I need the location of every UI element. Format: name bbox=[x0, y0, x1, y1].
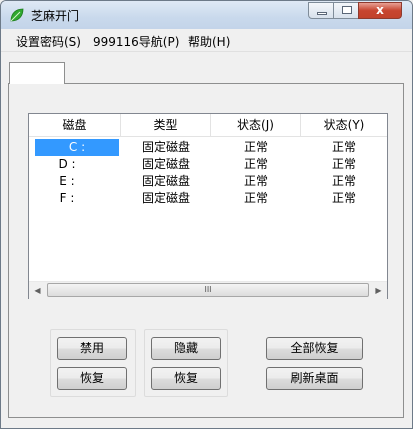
status-j-cell: 正常 bbox=[243, 157, 268, 171]
maximize-icon bbox=[342, 6, 352, 14]
close-button[interactable]: x bbox=[358, 2, 402, 19]
table-row[interactable]: D : 固定磁盘 正常 正常 bbox=[29, 156, 387, 173]
disk-cell: E : bbox=[59, 174, 75, 188]
status-y-cell: 正常 bbox=[331, 174, 356, 188]
menu-bar: 设置密码(S) 999116导航(P) 帮助(H) bbox=[1, 29, 412, 52]
disk-cell: D : bbox=[58, 157, 76, 171]
minimize-icon bbox=[317, 12, 327, 15]
disk-list[interactable]: 磁盘 类型 状态(J) 状态(Y) C : 固定磁盘 正常 正常 D : 固定磁… bbox=[28, 113, 388, 299]
type-cell: 固定磁盘 bbox=[141, 157, 190, 171]
menu-set-password[interactable]: 设置密码(S) bbox=[16, 33, 81, 50]
app-window: 芝麻开门 x 设置密码(S) 999116导航(P) 帮助(H) 磁盘 类型 状… bbox=[0, 0, 413, 429]
disable-button[interactable]: 禁用 bbox=[57, 337, 127, 360]
menu-navigation[interactable]: 999116导航(P) bbox=[93, 33, 179, 50]
status-j-cell: 正常 bbox=[243, 174, 268, 188]
disk-cell: C : bbox=[35, 139, 119, 156]
disk-cell: F : bbox=[59, 191, 75, 205]
table-row[interactable]: E : 固定磁盘 正常 正常 bbox=[29, 173, 387, 190]
list-header: 磁盘 类型 状态(J) 状态(Y) bbox=[29, 114, 387, 137]
type-cell: 固定磁盘 bbox=[141, 191, 190, 205]
table-row[interactable]: C : 固定磁盘 正常 正常 bbox=[29, 139, 387, 156]
restore-button[interactable]: 恢复 bbox=[57, 367, 127, 390]
column-header-type[interactable]: 类型 bbox=[121, 114, 211, 136]
hide-button[interactable]: 隐藏 bbox=[151, 337, 221, 360]
type-cell: 固定磁盘 bbox=[141, 140, 190, 154]
restore-all-button[interactable]: 全部恢复 bbox=[266, 337, 363, 360]
refresh-desktop-button[interactable]: 刷新桌面 bbox=[266, 367, 363, 390]
column-header-status-j[interactable]: 状态(J) bbox=[211, 114, 301, 136]
column-header-status-y[interactable]: 状态(Y) bbox=[301, 114, 387, 136]
scroll-right-icon[interactable]: ▶ bbox=[370, 282, 387, 299]
status-j-cell: 正常 bbox=[243, 140, 268, 154]
type-cell: 固定磁盘 bbox=[141, 174, 190, 188]
restore-hidden-button[interactable]: 恢复 bbox=[151, 367, 221, 390]
minimize-button[interactable] bbox=[308, 2, 334, 19]
scroll-left-icon[interactable]: ◀ bbox=[29, 282, 46, 299]
window-title: 芝麻开门 bbox=[31, 9, 80, 23]
menu-help[interactable]: 帮助(H) bbox=[188, 33, 230, 50]
status-j-cell: 正常 bbox=[243, 191, 268, 205]
maximize-button[interactable] bbox=[333, 2, 359, 19]
title-bar[interactable]: 芝麻开门 x bbox=[1, 1, 412, 29]
leaf-icon bbox=[10, 8, 24, 22]
close-icon: x bbox=[376, 3, 384, 17]
status-y-cell: 正常 bbox=[331, 157, 356, 171]
status-y-cell: 正常 bbox=[331, 191, 356, 205]
column-header-disk[interactable]: 磁盘 bbox=[29, 114, 121, 136]
status-y-cell: 正常 bbox=[331, 140, 356, 154]
scroll-thumb[interactable]: III bbox=[47, 283, 369, 297]
tab-main[interactable] bbox=[9, 62, 65, 84]
horizontal-scrollbar[interactable]: ◀ III ▶ bbox=[29, 281, 387, 299]
table-row[interactable]: F : 固定磁盘 正常 正常 bbox=[29, 190, 387, 207]
